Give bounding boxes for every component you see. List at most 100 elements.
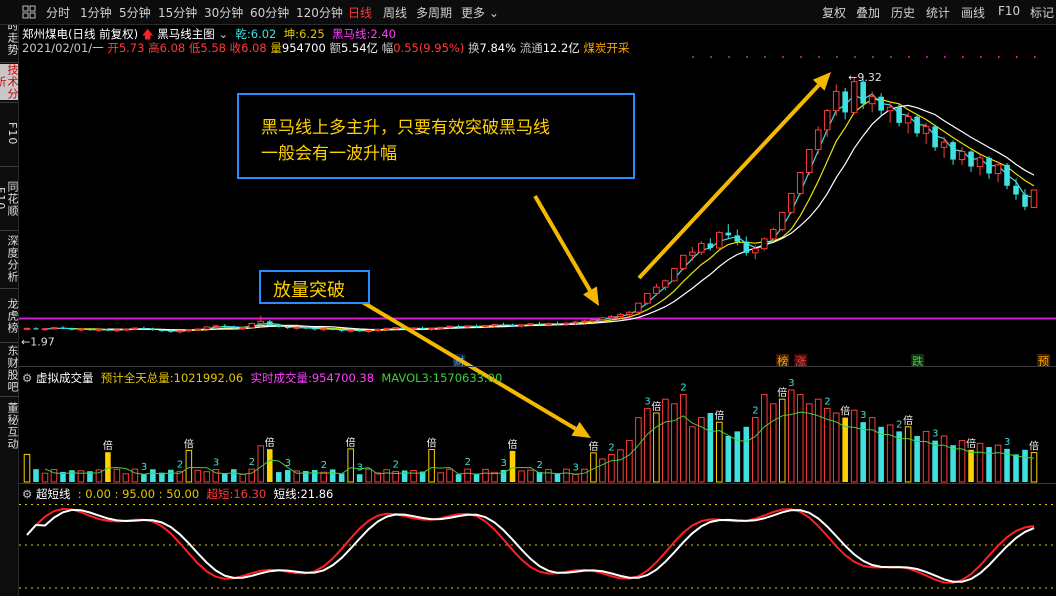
volume-3-label: 3 — [357, 462, 363, 473]
volume-bar — [248, 468, 256, 483]
candle-body-up — [239, 327, 247, 330]
settings-icon[interactable]: ⚙ — [22, 371, 32, 385]
vol-est-label: 预计全天总量: — [100, 371, 174, 385]
cdx-header: ⚙ 超短线 : 0.00 : 95.00 : 50.00 超短:16.30 短线… — [22, 486, 333, 502]
candle-body-up — [428, 327, 435, 330]
candle-body-up — [796, 172, 804, 194]
volume-bei-label: 倍 — [265, 436, 275, 449]
volume-bar — [527, 469, 534, 483]
top-marker-dot — [1034, 56, 1036, 58]
volume-bar — [428, 448, 435, 483]
nav-dongmi[interactable]: 董秘互动 — [0, 400, 19, 452]
candle-body-up — [185, 329, 193, 332]
top-marker-dot — [836, 56, 838, 58]
candle-body-up — [689, 251, 696, 256]
candle-body-up — [203, 326, 211, 330]
volume-bar — [266, 449, 273, 482]
candle-body-up — [590, 319, 597, 322]
candle-body-up — [644, 292, 651, 304]
volume-bar — [1022, 449, 1028, 482]
nav-f10[interactable]: F10 — [0, 104, 19, 164]
volume-bar — [968, 449, 974, 482]
candle-body-up — [518, 324, 525, 327]
candle-body-up — [563, 322, 570, 325]
volume-title[interactable]: 虚拟成交量 — [36, 371, 94, 385]
top-marker-dot — [746, 56, 748, 58]
candle-body-down — [1004, 164, 1010, 186]
vol-rt-label: 实时成交量: — [250, 371, 312, 385]
volume-bar — [239, 473, 247, 483]
candle-body-up — [572, 321, 579, 324]
candle-body-down — [284, 326, 291, 328]
volume-bei-label: 倍 — [103, 439, 113, 452]
candle-body-up — [787, 192, 795, 213]
volume-bei-label: 倍 — [1029, 440, 1039, 453]
volume-bar — [778, 398, 786, 483]
cdx-levels: : 0.00 : 95.00 : 50.00 — [77, 487, 200, 501]
nav-shendu[interactable]: 深度分析 — [0, 232, 19, 286]
candle-body-up — [671, 268, 678, 282]
volume-bar — [994, 444, 1002, 483]
vol-est: 1021992.06 — [173, 371, 244, 385]
volume-3-label: 2 — [680, 383, 686, 394]
volume-bar — [725, 436, 732, 482]
candle-body-up — [131, 327, 139, 330]
top-marker-dot — [818, 56, 820, 58]
nav-longhu[interactable]: 龙虎榜 — [0, 292, 19, 340]
volume-bar — [904, 426, 912, 483]
top-marker-dot — [1016, 56, 1018, 58]
candle-body-down — [141, 327, 147, 329]
candle-body-up — [778, 211, 786, 230]
volume-bar — [473, 473, 480, 482]
volume-bar — [185, 449, 193, 483]
vol-rt: 954700.38 — [311, 371, 375, 385]
candle-body-up — [194, 328, 202, 331]
candle-body-up — [446, 325, 453, 328]
volume-bei-label: 倍 — [840, 405, 850, 418]
candle-body-up — [392, 327, 399, 330]
dx-label: 短线: — [273, 487, 301, 501]
volume-bar — [293, 470, 301, 483]
high-price-label: ←9.32 — [848, 71, 882, 84]
candle-body-up — [635, 302, 642, 313]
candle-body-down — [1013, 185, 1019, 195]
volume-bar — [401, 470, 408, 482]
candle-body-down — [356, 330, 363, 332]
volume-3-label: 3 — [1004, 437, 1010, 448]
candle-body-down — [69, 328, 75, 330]
top-marker-dot — [854, 56, 856, 58]
kline-chart[interactable]: ←9.32←1.97财榜涨跌预倍32倍32倍32倍32倍23倍23倍23倍2倍2… — [19, 0, 1056, 596]
candle-body-up — [437, 326, 444, 329]
candle-body-up — [95, 328, 103, 331]
candle-body-down — [950, 142, 956, 160]
settings-icon[interactable]: ⚙ — [22, 487, 32, 501]
candle-body-up — [410, 327, 417, 330]
volume-bar — [644, 407, 651, 483]
volume-bar — [617, 449, 624, 483]
candle-body-down — [311, 328, 318, 330]
candle-body-up — [257, 320, 265, 324]
candle-body-up — [527, 323, 534, 326]
nav-ths-f10[interactable]: 同花顺F10 — [0, 170, 19, 228]
top-marker-dot — [764, 56, 766, 58]
volume-bar — [203, 471, 211, 483]
volume-bar — [608, 453, 615, 483]
volume-3-label: 2 — [465, 457, 471, 468]
volume-bar — [635, 417, 642, 483]
volume-bar — [689, 426, 696, 483]
volume-bar — [1030, 452, 1038, 483]
candle-body-down — [266, 321, 273, 326]
volume-bar — [707, 413, 714, 482]
cdx-title[interactable]: 超短线 — [36, 487, 71, 501]
nav-jishu[interactable]: 技术分析 — [0, 64, 19, 100]
volume-bar — [850, 409, 858, 483]
volume-bar — [338, 473, 345, 482]
volume-bar — [23, 453, 31, 483]
nav-guba[interactable]: 东财股吧 — [0, 344, 19, 394]
candle-body-down — [1022, 194, 1028, 207]
volume-bar — [914, 436, 920, 482]
volume-3-label: 3 — [213, 458, 219, 469]
candle-body-up — [958, 151, 966, 161]
candle-body-up — [805, 148, 813, 174]
volume-bar — [653, 412, 660, 483]
